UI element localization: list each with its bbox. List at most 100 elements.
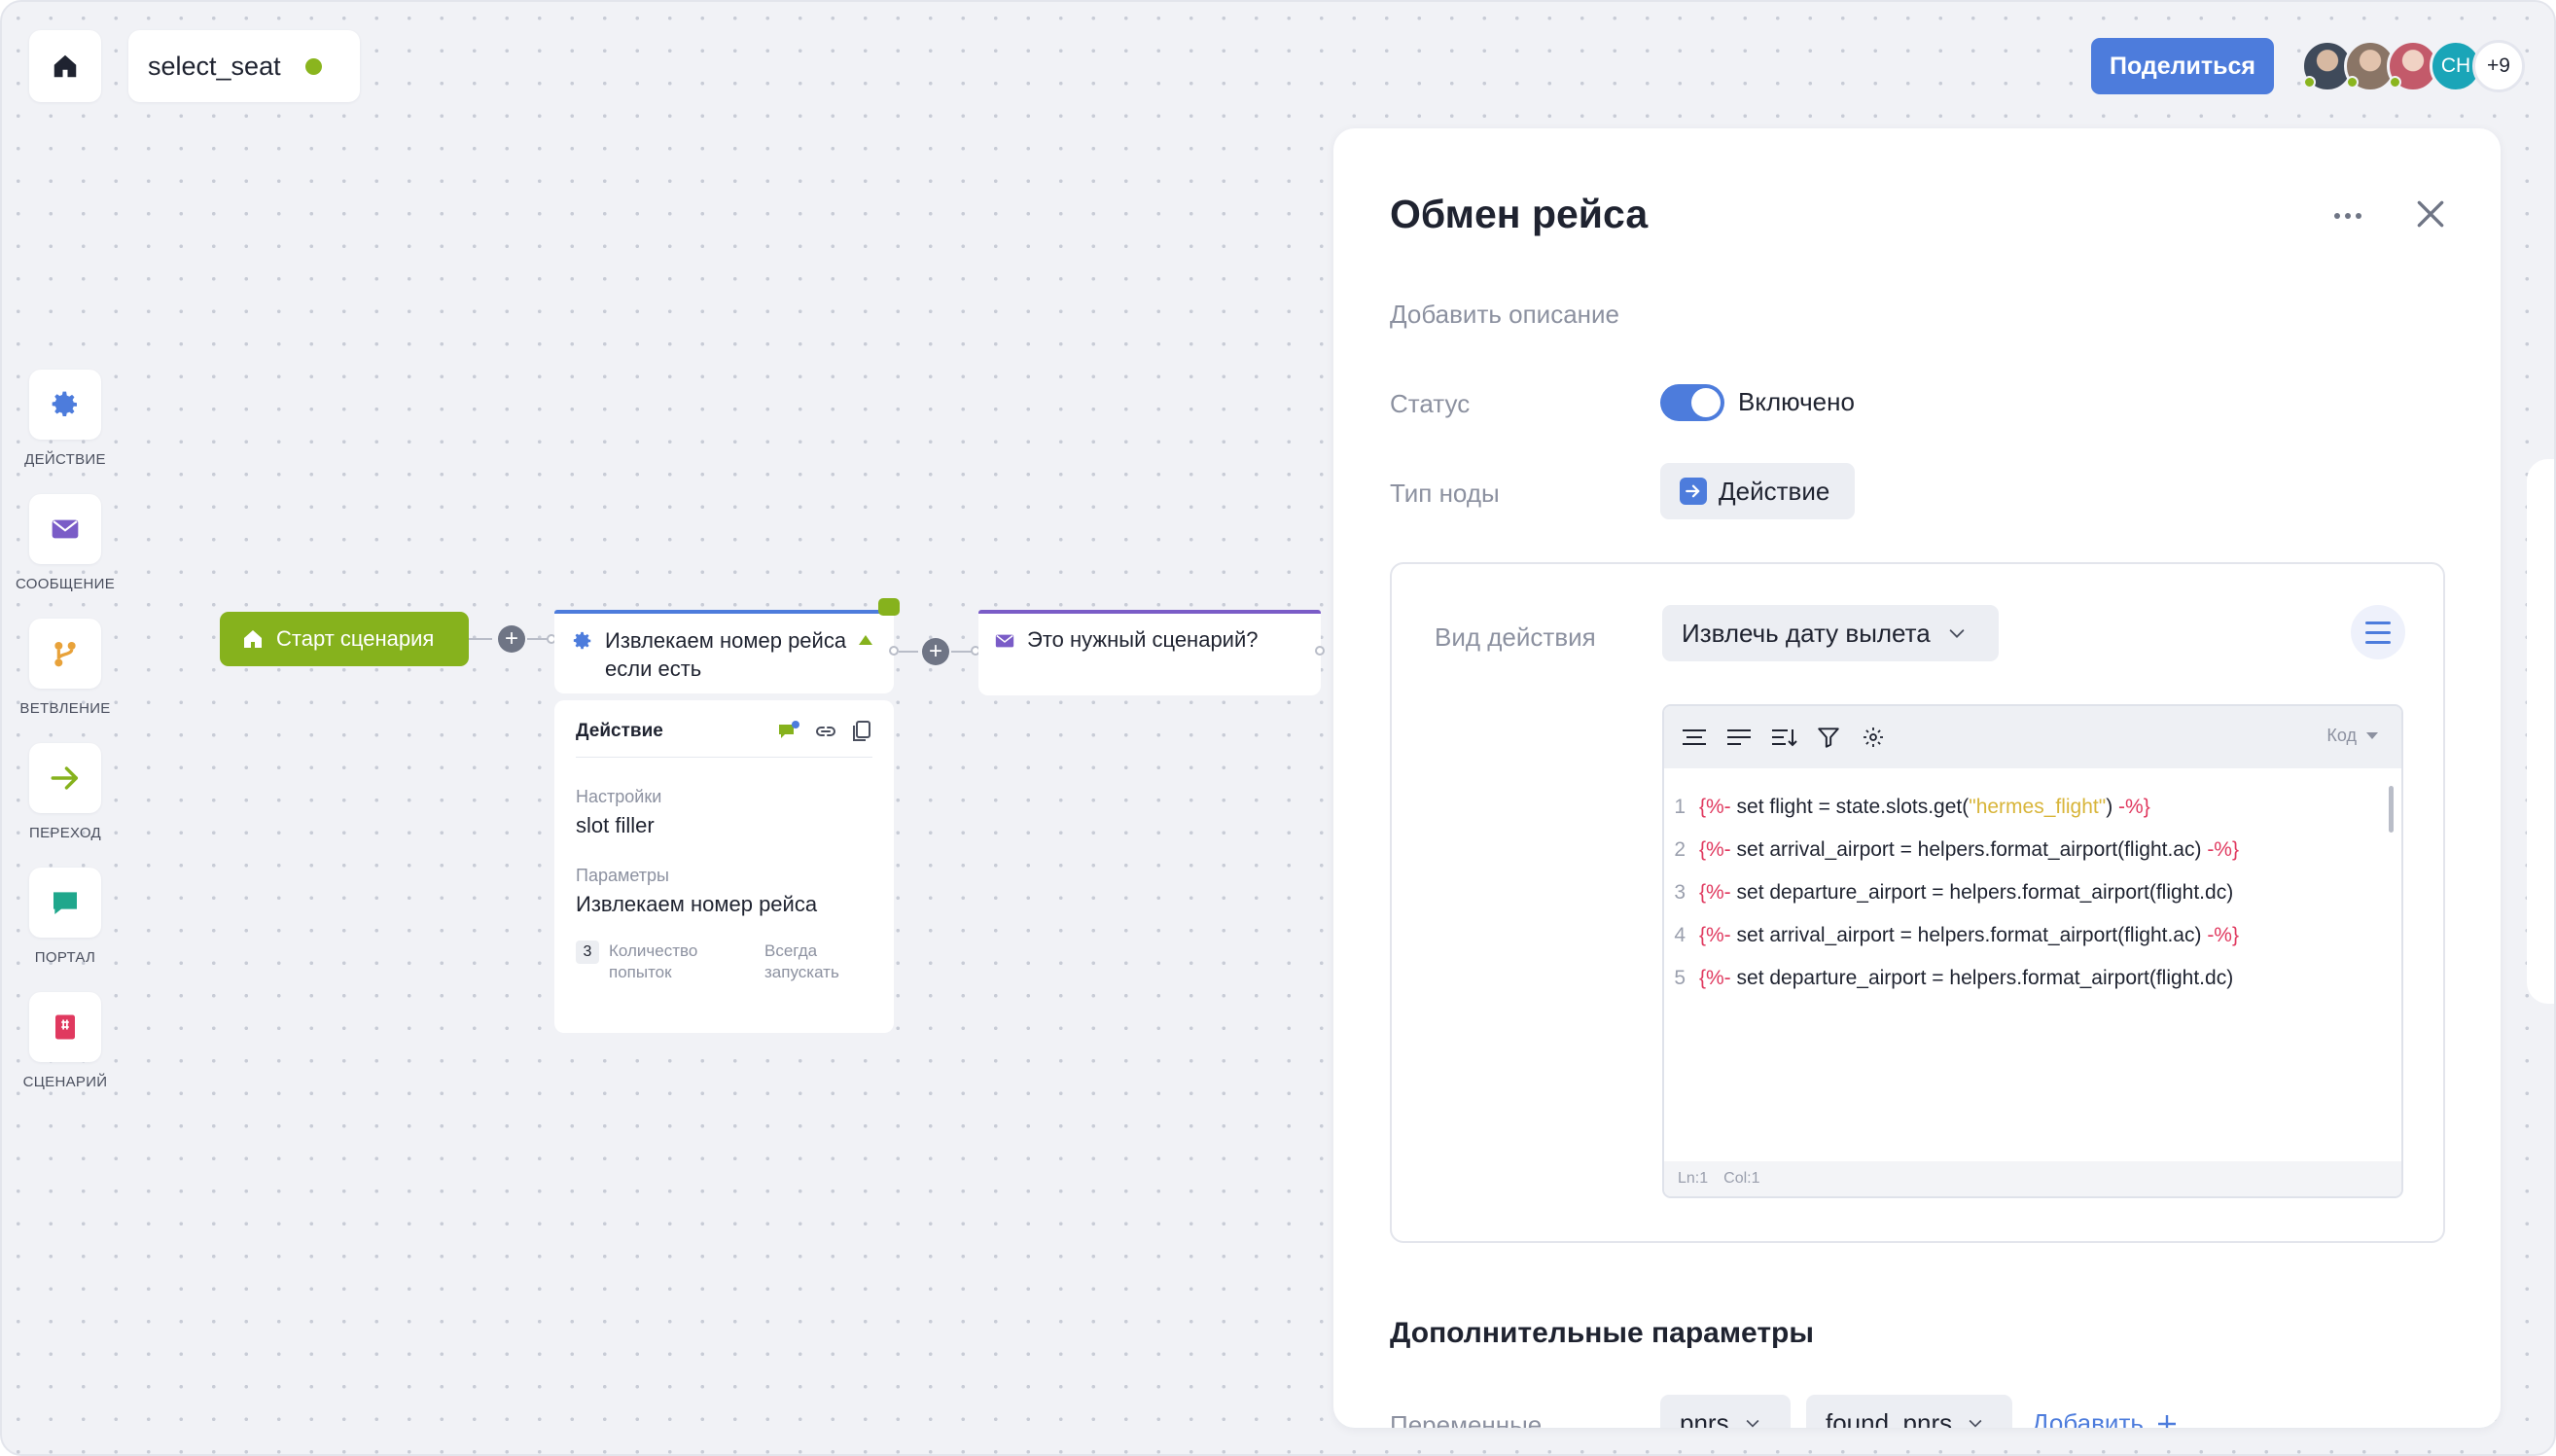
attempts-label-line1: Количество — [609, 941, 698, 960]
palette-tile[interactable] — [29, 494, 101, 564]
code-tag-close: -%} — [2118, 796, 2150, 818]
code-editor[interactable]: Код 1 {%- set flight = state.slots.get("h… — [1662, 704, 2403, 1198]
code-line[interactable]: 3 {%- set departure_airport = helpers.for… — [1664, 871, 2401, 914]
action-settings-box: Вид действия Извлечь дату вылета Код 1{%… — [1390, 562, 2445, 1243]
code-line[interactable]: 5 {%- set departure_airport = helpers.for… — [1664, 957, 2401, 1000]
node-output-port[interactable] — [1315, 646, 1325, 656]
action-kind-value: Извлечь дату вылета — [1682, 618, 1931, 648]
palette-tile[interactable] — [29, 743, 101, 813]
code-line[interactable]: 4 {%- set arrival_airport = helpers.forma… — [1664, 914, 2401, 957]
menu-icon[interactable] — [2351, 605, 2405, 659]
status-toggle[interactable] — [1660, 384, 1724, 421]
chat-bubble-icon — [53, 892, 77, 914]
palette-item-action[interactable]: ДЕЙСТВИЕ — [12, 370, 119, 468]
gear-icon — [573, 631, 591, 650]
chevron-down-icon — [1746, 1419, 1759, 1428]
cursor-line: Ln:1 — [1678, 1170, 1709, 1187]
scenario-name-chip[interactable]: select_seat — [128, 30, 360, 102]
always-label-line1: Всегда — [764, 941, 818, 960]
code-line[interactable]: 2 {%- set arrival_airport = helpers.forma… — [1664, 829, 2401, 871]
question-node-label: Это нужный сценарий? — [1027, 627, 1259, 652]
settings-label: Настройки — [576, 787, 662, 806]
node-type-chip[interactable]: Действие — [1660, 463, 1855, 519]
palette-tile[interactable] — [29, 992, 101, 1062]
extract-node-details[interactable]: Действие Настройки slot filler Параметры… — [554, 700, 894, 1033]
collapsed-side-panel[interactable] — [2527, 459, 2554, 1004]
palette-item-message[interactable]: СООБЩЕНИЕ — [12, 494, 119, 592]
plus-icon — [2157, 1414, 2176, 1428]
language-select[interactable]: Код — [2326, 726, 2378, 746]
align-left-icon[interactable] — [1680, 723, 1709, 752]
add-description-field[interactable]: Добавить описание — [1390, 300, 1619, 330]
editor-scrollbar[interactable] — [2389, 786, 2394, 833]
palette-item-portal[interactable]: ПОРТАЛ — [12, 868, 119, 966]
question-node[interactable]: Это нужный сценарий? — [978, 610, 1321, 695]
status-label: Статус — [1390, 389, 1471, 418]
gear-icon[interactable] — [1859, 723, 1888, 752]
align-text-icon[interactable] — [1724, 723, 1754, 752]
scenario-name: select_seat — [148, 51, 281, 81]
palette-label: ДЕЙСТВИЕ — [24, 451, 106, 468]
edge-connector — [469, 638, 492, 640]
code-tag-close: -%} — [2207, 838, 2239, 861]
palette-item-scenario[interactable]: СЦЕНАРИЙ — [12, 992, 119, 1090]
palette-item-transition[interactable]: ПЕРЕХОД — [12, 743, 119, 841]
palette-item-branch[interactable]: ВЕТВЛЕНИЕ — [12, 619, 119, 717]
add-variable-button[interactable]: Добавить — [2032, 1408, 2179, 1428]
palette-label: ПЕРЕХОД — [29, 825, 101, 841]
arrow-right-icon — [51, 766, 79, 790]
collapse-caret-icon[interactable] — [859, 635, 872, 645]
code-text: ) — [2106, 796, 2119, 818]
edge-connector — [899, 651, 918, 653]
link-icon[interactable] — [814, 720, 837, 743]
code-tag-open: {%- — [1699, 924, 1731, 946]
home-button[interactable] — [29, 30, 101, 102]
attempts-count: 3 — [576, 941, 599, 964]
envelope-icon — [52, 519, 79, 539]
branch-icon — [54, 642, 76, 667]
online-indicator — [2346, 76, 2359, 89]
collaborators-list[interactable]: CH +9 — [2301, 38, 2525, 94]
details-header: Действие — [576, 721, 663, 741]
palette-tile[interactable] — [29, 619, 101, 689]
filter-icon[interactable] — [1814, 723, 1843, 752]
arrow-right-icon — [1680, 478, 1707, 505]
caret-down-icon — [2366, 732, 2378, 739]
envelope-icon — [995, 634, 1014, 648]
share-button[interactable]: Поделиться — [2091, 38, 2274, 94]
extract-flight-node[interactable]: Извлекаем номер рейса если есть — [554, 598, 900, 693]
palette-tile[interactable] — [29, 370, 101, 440]
cursor-column: Col:1 — [1723, 1170, 1760, 1187]
comment-badge[interactable] — [878, 598, 900, 616]
comment-icon[interactable] — [777, 721, 800, 742]
status-value: Включено — [1738, 387, 1855, 416]
copy-icon[interactable] — [851, 720, 872, 743]
more-options-button[interactable] — [2325, 198, 2370, 233]
start-node[interactable]: Старт сценария — [220, 612, 469, 666]
variable-chip[interactable]: pnrs — [1660, 1395, 1791, 1428]
code-text: set arrival_airport = helpers.format_air… — [1730, 838, 2208, 861]
palette-tile[interactable] — [29, 868, 101, 938]
online-indicator — [2389, 76, 2401, 89]
attempts-label: Количество попыток — [609, 941, 764, 983]
variable-chip[interactable]: found_pnrs — [1806, 1395, 2012, 1428]
line-number: 2 — [1674, 838, 1686, 861]
node-output-port[interactable] — [889, 646, 899, 656]
params-value: Извлекаем номер рейса — [576, 892, 818, 916]
code-tag-close: -%} — [2207, 924, 2239, 946]
sort-icon[interactable] — [1769, 723, 1798, 752]
settings-value: slot filler — [576, 813, 655, 837]
add-node-button[interactable]: + — [922, 638, 949, 665]
action-kind-select[interactable]: Извлечь дату вылета — [1662, 605, 1999, 661]
add-node-button[interactable]: + — [498, 625, 525, 653]
code-line[interactable]: 1 {%- set flight = state.slots.get("herme… — [1664, 786, 2401, 829]
editor-status-bar: Ln:1 Col:1 — [1664, 1161, 2401, 1196]
node-settings-panel: Обмен рейса Добавить описание Статус Вкл… — [1333, 128, 2501, 1428]
close-icon[interactable] — [2411, 195, 2450, 233]
flow-canvas[interactable]: select_seat Поделиться CH +9 ДЕЙСТВИЕ СО… — [0, 0, 2556, 1456]
code-text: set departure_airport = helpers.format_a… — [1730, 881, 2234, 904]
home-icon — [53, 54, 77, 78]
scenario-status-dot — [304, 57, 322, 75]
code-area[interactable]: 1 {%- set flight = state.slots.get("herme… — [1664, 768, 2401, 1000]
more-collaborators-badge[interactable]: +9 — [2472, 40, 2525, 92]
